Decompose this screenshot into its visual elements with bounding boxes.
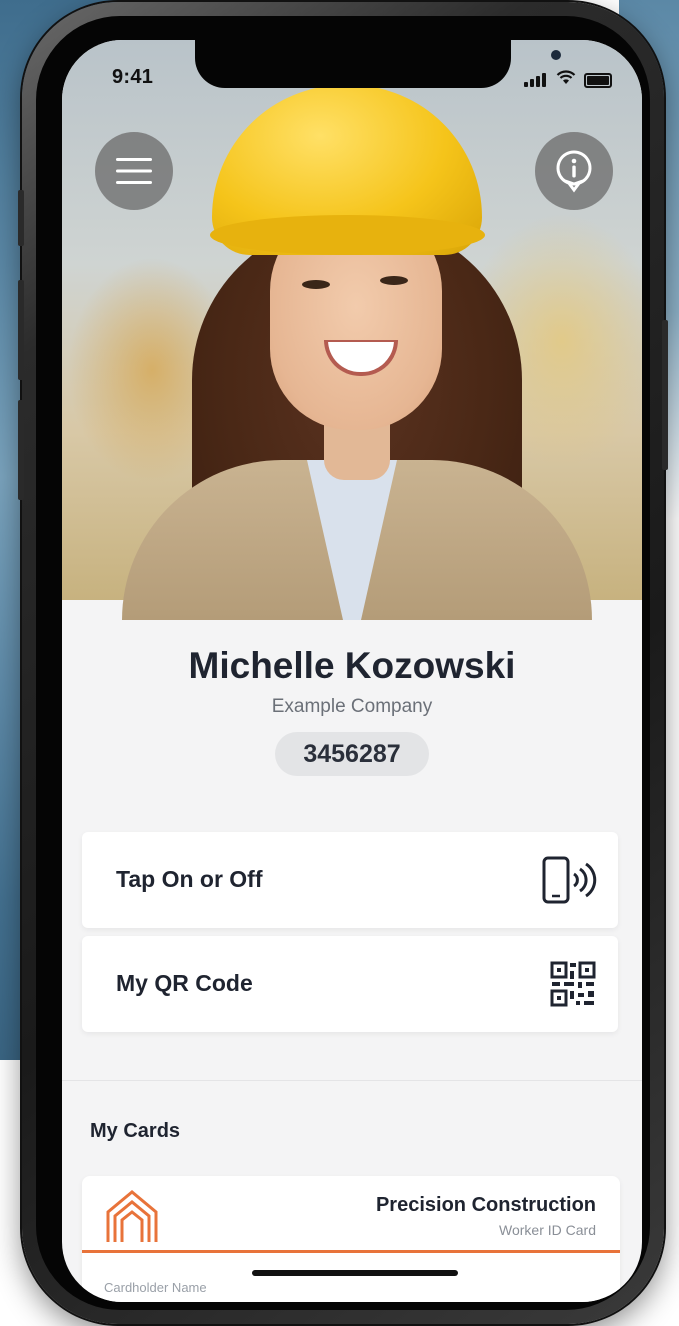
volume-down-button: [18, 400, 24, 500]
home-indicator[interactable]: [252, 1270, 458, 1276]
tap-on-off-button[interactable]: Tap On or Off: [82, 832, 618, 928]
wifi-icon: [556, 70, 576, 90]
mute-switch: [18, 190, 24, 246]
my-qr-code-label: My QR Code: [116, 970, 253, 996]
section-divider: [62, 1080, 642, 1081]
tap-on-off-label: Tap On or Off: [116, 866, 263, 892]
menu-button[interactable]: [95, 132, 173, 210]
power-button: [662, 320, 668, 470]
signal-icon: [524, 73, 548, 87]
info-pin-icon: [556, 150, 592, 193]
precision-construction-logo: [106, 1190, 158, 1242]
app-screen: 9:41 Michelle Kozowski Example Company 3…: [62, 40, 642, 1302]
qr-code-icon: [550, 961, 596, 1007]
status-icons: [524, 70, 612, 90]
volume-up-button: [18, 280, 24, 380]
worker-id-badge: 3456287: [275, 732, 429, 776]
info-button[interactable]: [535, 132, 613, 210]
hamburger-menu-icon: [116, 158, 152, 184]
my-cards-heading: My Cards: [90, 1120, 181, 1142]
card-company-name: Precision Construction: [375, 1194, 596, 1216]
profile-photo: [62, 40, 642, 620]
front-camera: [551, 50, 561, 60]
cardholder-name-label: Cardholder Name: [104, 1280, 207, 1295]
my-qr-code-button[interactable]: My QR Code: [82, 936, 618, 1032]
card-accent-line: [82, 1250, 620, 1253]
company-name: Example Company: [271, 696, 433, 717]
phone-nfc-icon: [542, 856, 597, 904]
status-time: 9:41: [112, 66, 154, 88]
cardholder-name: Michelle Kozowski: [188, 645, 516, 686]
notch: [195, 40, 561, 88]
card-type: Worker ID Card: [499, 1222, 596, 1238]
worker-id-card[interactable]: Precision Construction Worker ID Card Ca…: [82, 1176, 620, 1302]
battery-icon: [584, 72, 612, 88]
